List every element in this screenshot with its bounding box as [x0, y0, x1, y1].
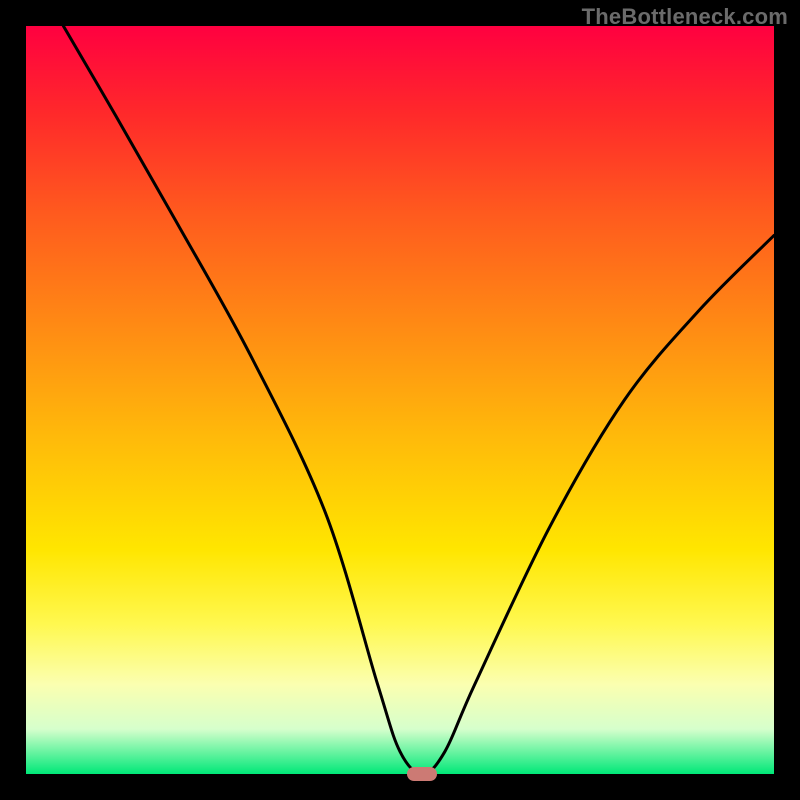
chart-plot-area	[26, 26, 774, 774]
chart-frame: TheBottleneck.com	[0, 0, 800, 800]
optimal-point-marker	[407, 767, 437, 781]
bottleneck-curve	[26, 26, 774, 774]
watermark-text: TheBottleneck.com	[582, 4, 788, 30]
